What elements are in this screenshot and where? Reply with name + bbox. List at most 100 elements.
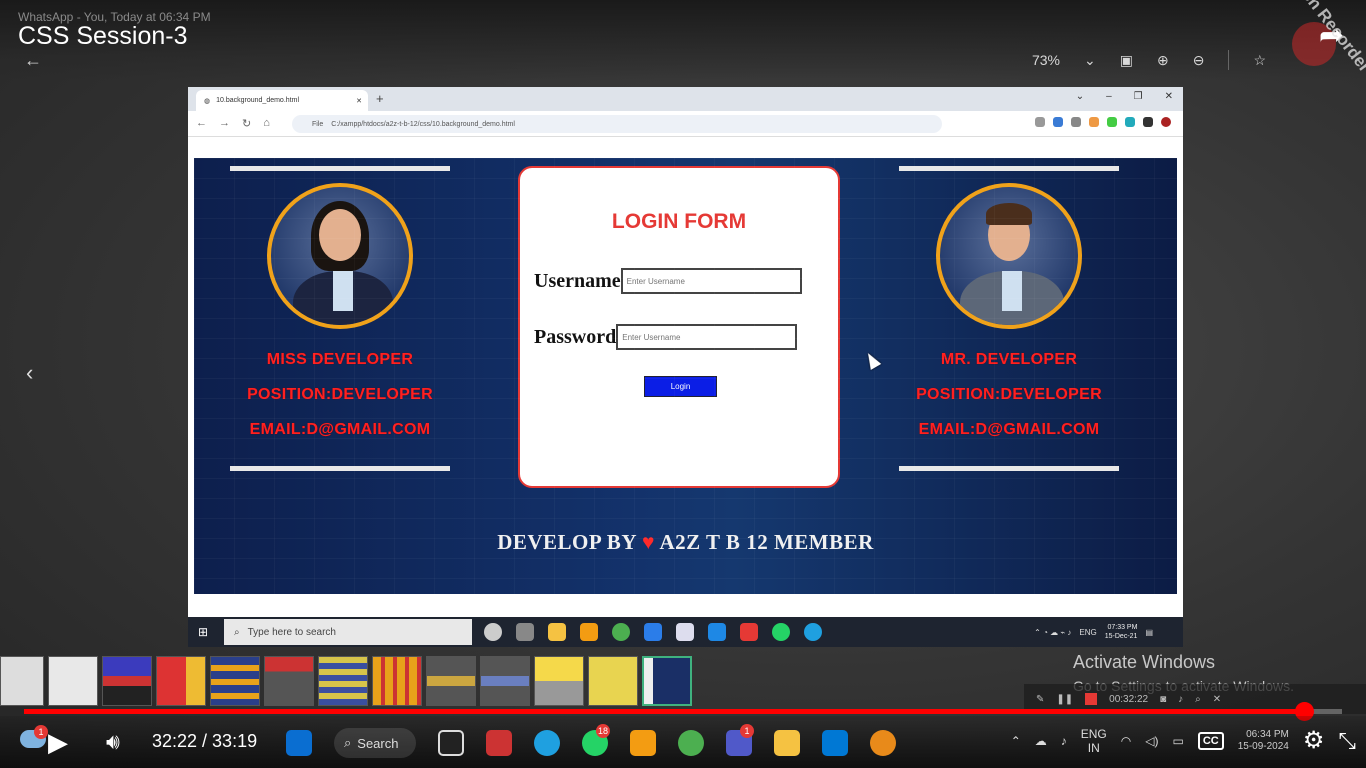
battery-icon[interactable]: ▭ (1172, 734, 1183, 748)
chevron-down-icon[interactable]: ⌄ (1084, 52, 1096, 69)
vscode-icon[interactable] (822, 730, 848, 756)
home-icon[interactable]: ⌂ (263, 117, 270, 130)
file-explorer-icon[interactable] (548, 623, 566, 641)
inner-clock[interactable]: 07:33 PM 15-Dec-21 (1105, 623, 1138, 641)
cloud-icon[interactable]: ☁ (1035, 734, 1047, 748)
login-button[interactable]: Login (644, 376, 717, 397)
thumbnail[interactable] (102, 656, 152, 706)
forward-icon[interactable]: → (219, 117, 230, 130)
zoom-in-icon[interactable]: ⊕ (1157, 52, 1169, 69)
url-text: C:/xampp/htdocs/a2z-t-b-12/css/10.backgr… (331, 120, 515, 128)
host-clock[interactable]: 06:34 PM 15-09-2024 (1238, 729, 1289, 753)
star-icon[interactable]: ☆ (1253, 52, 1266, 69)
file-explorer-icon[interactable] (774, 730, 800, 756)
extension-icon[interactable] (1107, 117, 1117, 127)
skype-icon[interactable] (708, 623, 726, 641)
extension-icon[interactable] (1143, 117, 1153, 127)
recorder-icon[interactable] (740, 623, 758, 641)
reload-icon[interactable]: ↻ (242, 117, 251, 130)
fit-screen-icon[interactable]: ▣ (1120, 52, 1133, 69)
profile-icon[interactable] (1161, 117, 1171, 127)
gear-icon[interactable]: ⚙ (1303, 726, 1325, 755)
extension-icon[interactable] (1089, 117, 1099, 127)
thumbnail[interactable] (372, 656, 422, 706)
url-field[interactable]: File C:/xampp/htdocs/a2z-t-b-12/css/10.b… (292, 115, 942, 133)
thumbnail[interactable] (0, 656, 44, 706)
previous-arrow-icon[interactable]: ‹ (26, 360, 33, 386)
store-icon[interactable] (676, 623, 694, 641)
inner-taskbar: ⊞ ⌕ Type here to search ⌃ ◔ ☁ ⌁ ♪ ENG 07… (188, 617, 1183, 647)
wifi-icon[interactable]: ◠ (1121, 734, 1131, 748)
browser-tab[interactable]: ◍ 10.background_demo.html ✕ (196, 90, 368, 111)
back-arrow-icon[interactable]: ← (24, 50, 42, 71)
mic-icon[interactable]: ♪ (1178, 694, 1183, 705)
pen-icon[interactable]: ✎ (1036, 694, 1044, 705)
task-view-icon[interactable] (516, 623, 534, 641)
chrome-icon[interactable] (612, 623, 630, 641)
language-indicator[interactable]: ENG IN (1081, 727, 1107, 755)
whatsapp-icon[interactable]: 18 (582, 724, 611, 756)
inner-lang[interactable]: ENG (1079, 628, 1096, 637)
progress-bar[interactable] (24, 702, 1342, 721)
edge-icon[interactable] (804, 623, 822, 641)
sublime-icon[interactable] (630, 730, 656, 756)
mail-icon[interactable] (644, 623, 662, 641)
thumbnail[interactable] (534, 656, 584, 706)
windows-start-icon[interactable] (286, 730, 312, 756)
exit-fullscreen-icon[interactable]: ⤡ (1338, 728, 1356, 754)
thumbnail[interactable] (264, 656, 314, 706)
edge-icon[interactable] (534, 730, 560, 756)
username-input[interactable] (620, 268, 802, 294)
notification-icon[interactable]: ▤ (1145, 628, 1153, 637)
thumbnail[interactable] (588, 656, 638, 706)
stop-icon[interactable] (1085, 693, 1098, 705)
captions-button[interactable]: CC (1197, 731, 1224, 750)
zoom-level[interactable]: 73% (1032, 52, 1060, 68)
windows-start-icon[interactable]: ⊞ (198, 625, 208, 639)
chevron-down-icon[interactable]: ⌄ (1076, 91, 1084, 102)
close-icon[interactable]: ✕ (1165, 91, 1173, 102)
avatar (936, 183, 1082, 329)
teams-icon[interactable]: 1 (726, 724, 754, 756)
close-icon[interactable]: ✕ (356, 97, 362, 105)
whatsapp-icon[interactable] (772, 623, 790, 641)
teams-badge: 1 (740, 724, 754, 738)
extension-icon[interactable] (1053, 117, 1063, 127)
sublime-icon[interactable] (580, 623, 598, 641)
extension-icon[interactable] (1035, 117, 1045, 127)
close-icon[interactable]: ✕ (1213, 694, 1221, 705)
thumbnail[interactable] (48, 656, 98, 706)
play-icon[interactable]: ▶ (48, 727, 68, 758)
back-icon[interactable]: ← (196, 117, 207, 130)
camera-icon[interactable]: ◙ (1160, 694, 1166, 705)
screen-recorder-icon[interactable] (486, 730, 512, 756)
host-search[interactable]: ⌕ Search (334, 728, 416, 758)
tab-title: 10.background_demo.html (216, 97, 299, 104)
thumbnail[interactable] (156, 656, 206, 706)
volume-icon[interactable]: ◁) (1145, 734, 1158, 748)
zoom-icon[interactable]: ⌕ (1195, 694, 1201, 705)
pause-icon[interactable]: ❚❚ (1056, 694, 1073, 705)
chevron-up-icon[interactable]: ⌃ (1011, 734, 1021, 748)
time-display: 32:22 / 33:19 (152, 731, 258, 751)
thumbnail-active[interactable] (642, 656, 692, 706)
chrome-icon[interactable] (678, 730, 704, 756)
new-tab-icon[interactable]: + (376, 91, 384, 106)
mic-icon[interactable]: ♪ (1061, 734, 1067, 748)
minimize-icon[interactable]: – (1106, 91, 1112, 102)
zoom-out-icon[interactable]: ⊖ (1193, 52, 1205, 69)
extension-icon[interactable] (1125, 117, 1135, 127)
task-view-icon[interactable] (438, 730, 464, 756)
thumbnail[interactable] (426, 656, 476, 706)
inner-search-box[interactable]: ⌕ Type here to search (224, 619, 472, 645)
extension-icon[interactable] (1071, 117, 1081, 127)
thumbnail[interactable] (210, 656, 260, 706)
cortana-icon[interactable] (484, 623, 502, 641)
headphones-icon[interactable] (870, 730, 896, 756)
password-input[interactable] (616, 324, 798, 350)
thumbnail[interactable] (480, 656, 530, 706)
thumbnail[interactable] (318, 656, 368, 706)
maximize-icon[interactable]: ❐ (1134, 91, 1143, 102)
volume-icon[interactable]: 🔊︎ (106, 729, 120, 755)
recorder-timer: 00:32:22 (1109, 693, 1149, 705)
